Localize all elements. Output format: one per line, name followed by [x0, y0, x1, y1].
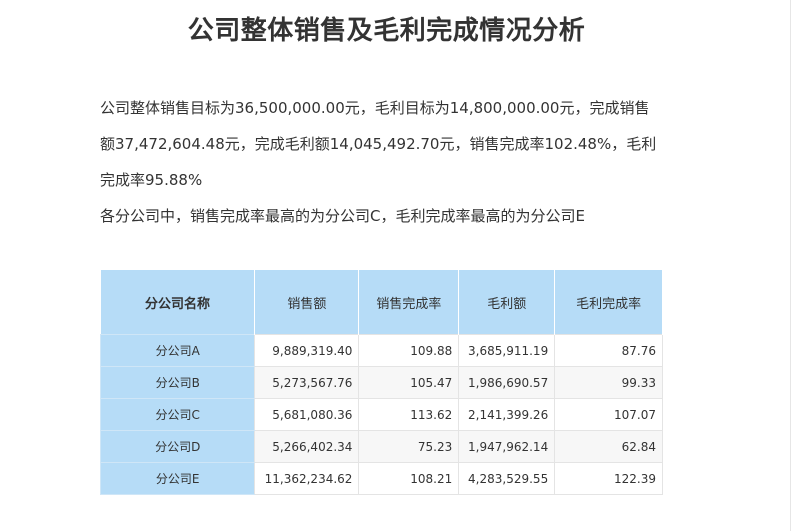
- header-sales-rate: 销售完成率: [358, 270, 460, 335]
- sales-rate-cell: 105.47: [358, 366, 460, 399]
- table-row: 分公司E 11,362,234.62 108.21 4,283,529.55 1…: [99, 462, 663, 495]
- page-right-border: [790, 0, 791, 531]
- gross-profit-cell: 3,685,911.19: [458, 334, 556, 367]
- summary-line: 完成率95.88%: [100, 171, 203, 189]
- table-row: 分公司B 5,273,567.76 105.47 1,986,690.57 99…: [99, 366, 663, 399]
- gross-rate-cell: 122.39: [554, 462, 663, 495]
- branch-name-cell: 分公司E: [99, 462, 256, 495]
- page-title: 公司整体销售及毛利完成情况分析: [187, 16, 586, 46]
- summary-line: 各分公司中，销售完成率最高的为分公司C，毛利完成率最高的为分公司E: [100, 207, 585, 225]
- header-branch-name: 分公司名称: [100, 270, 256, 335]
- sales-cell: 9,889,319.40: [254, 334, 360, 367]
- table-row: 分公司C 5,681,080.36 113.62 2,141,399.26 10…: [99, 398, 663, 431]
- header-gross-profit: 毛利额: [458, 270, 556, 335]
- gross-profit-cell: 4,283,529.55: [458, 462, 556, 495]
- sales-rate-cell: 108.21: [358, 462, 460, 495]
- sales-rate-cell: 113.62: [358, 398, 460, 431]
- sales-table: 分公司名称 销售额 销售完成率 毛利额 毛利完成率 分公司A 9,889,319…: [99, 270, 663, 495]
- gross-rate-cell: 99.33: [554, 366, 663, 399]
- sales-cell: 11,362,234.62: [254, 462, 360, 495]
- table-header-row: 分公司名称 销售额 销售完成率 毛利额 毛利完成率: [100, 270, 663, 335]
- gross-rate-cell: 87.76: [554, 334, 663, 367]
- gross-profit-cell: 1,947,962.14: [458, 430, 556, 463]
- gross-rate-cell: 62.84: [554, 430, 663, 463]
- header-sales: 销售额: [254, 270, 360, 335]
- sales-rate-cell: 109.88: [358, 334, 460, 367]
- branch-name-cell: 分公司A: [99, 334, 256, 367]
- sales-cell: 5,266,402.34: [254, 430, 360, 463]
- branch-name-cell: 分公司D: [99, 430, 256, 463]
- branch-name-cell: 分公司C: [99, 398, 256, 431]
- summary-line: 公司整体销售目标为36,500,000.00元，毛利目标为14,800,000.…: [100, 99, 650, 117]
- branch-name-cell: 分公司B: [99, 366, 256, 399]
- gross-profit-cell: 1,986,690.57: [458, 366, 556, 399]
- table-row: 分公司A 9,889,319.40 109.88 3,685,911.19 87…: [99, 334, 663, 367]
- header-gross-rate: 毛利完成率: [554, 270, 663, 335]
- summary-line: 额37,472,604.48元，完成毛利额14,045,492.70元，销售完成…: [100, 135, 657, 153]
- sales-rate-cell: 75.23: [358, 430, 460, 463]
- sales-cell: 5,273,567.76: [254, 366, 360, 399]
- gross-profit-cell: 2,141,399.26: [458, 398, 556, 431]
- table-row: 分公司D 5,266,402.34 75.23 1,947,962.14 62.…: [99, 430, 663, 463]
- gross-rate-cell: 107.07: [554, 398, 663, 431]
- summary-text: 公司整体销售目标为36,500,000.00元，毛利目标为14,800,000.…: [100, 90, 680, 234]
- sales-cell: 5,681,080.36: [254, 398, 360, 431]
